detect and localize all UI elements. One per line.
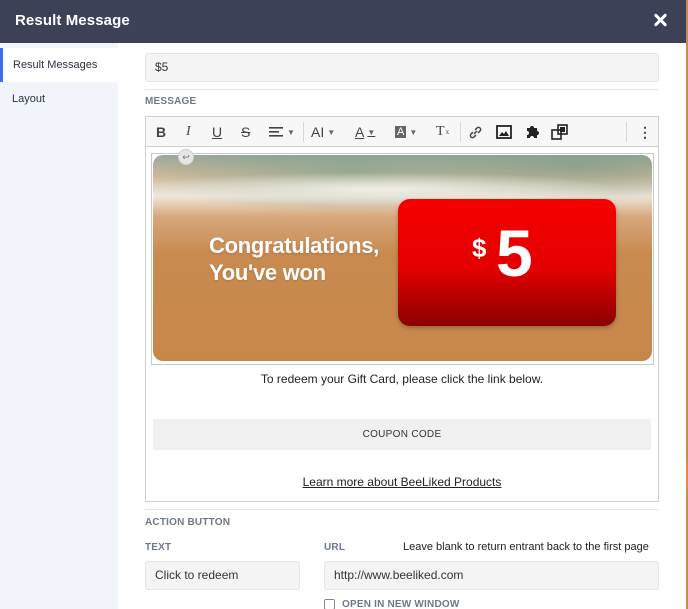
button-text-input[interactable]: Click to redeem — [145, 561, 300, 590]
message-label: MESSAGE — [145, 96, 197, 107]
banner-line-2: You've won — [209, 260, 326, 285]
new-window-checkbox[interactable] — [324, 599, 335, 609]
url-hint: Leave blank to return entrant back to th… — [403, 541, 649, 553]
button-url-input[interactable]: http://www.beeliked.com — [324, 561, 659, 590]
strikethrough-icon[interactable]: S — [241, 124, 250, 140]
divider — [145, 509, 659, 510]
prize-amount: 5 — [496, 216, 533, 290]
url-field-label: URL — [324, 542, 346, 553]
sidebar: Result Messages Layout — [0, 43, 118, 609]
divider — [145, 89, 659, 90]
background-color-icon[interactable]: A ▼ — [395, 124, 417, 140]
font-size-icon[interactable]: AI ▼ — [311, 124, 335, 140]
prize-badge: $ 5 — [398, 199, 616, 326]
redeem-instructions: To redeem your Gift Card, please click t… — [260, 372, 544, 386]
italic-icon[interactable]: I — [186, 124, 191, 140]
banner-image-frame[interactable]: Congratulations, You've won $ 5 — [151, 153, 654, 365]
text-field-label: TEXT — [145, 542, 172, 553]
banner-line-1: Congratulations, — [209, 233, 379, 258]
modal-header: Result Message — [0, 0, 686, 43]
sidebar-item-layout[interactable]: Layout — [0, 82, 118, 116]
prize-banner-image: Congratulations, You've won $ 5 — [153, 155, 652, 361]
plugin-icon[interactable] — [524, 124, 542, 140]
result-title-input[interactable]: $5 — [145, 53, 659, 82]
main-content: $5 MESSAGE B I U S ▼ AI ▼ A ▼ A ▼ Tx ⋮ C… — [118, 43, 686, 609]
toolbar-separator — [460, 122, 461, 142]
result-message-modal: Result Message Result Messages Layout $5… — [0, 0, 686, 609]
coupon-code-block: COUPON CODE — [153, 419, 651, 450]
dynamic-image-icon[interactable] — [551, 123, 568, 140]
close-icon[interactable] — [652, 12, 668, 28]
banner-headline: Congratulations, You've won — [209, 232, 379, 286]
image-icon[interactable] — [496, 124, 512, 140]
return-handle-icon[interactable]: ↩ — [178, 149, 194, 165]
bold-icon[interactable]: B — [156, 124, 166, 140]
text-color-icon[interactable]: A ▼ — [355, 124, 375, 140]
prize-currency: $ — [472, 233, 487, 263]
align-icon[interactable]: ▼ — [268, 124, 295, 140]
message-editor[interactable]: B I U S ▼ AI ▼ A ▼ A ▼ Tx ⋮ Congratulati… — [145, 116, 659, 502]
sidebar-item-result-messages[interactable]: Result Messages — [0, 48, 118, 82]
clear-format-icon[interactable]: Tx — [436, 124, 449, 140]
modal-title: Result Message — [15, 12, 130, 29]
editor-toolbar: B I U S ▼ AI ▼ A ▼ A ▼ Tx ⋮ — [146, 117, 658, 147]
more-icon[interactable]: ⋮ — [638, 124, 652, 140]
new-window-label: OPEN IN NEW WINDOW — [342, 599, 460, 609]
action-button-label: ACTION BUTTON — [145, 517, 231, 528]
learn-more-link[interactable]: Learn more about BeeLiked Products — [146, 475, 658, 489]
toolbar-separator — [303, 122, 304, 142]
link-icon[interactable] — [468, 124, 483, 140]
underline-icon[interactable]: U — [212, 124, 222, 140]
toolbar-separator — [626, 122, 627, 142]
